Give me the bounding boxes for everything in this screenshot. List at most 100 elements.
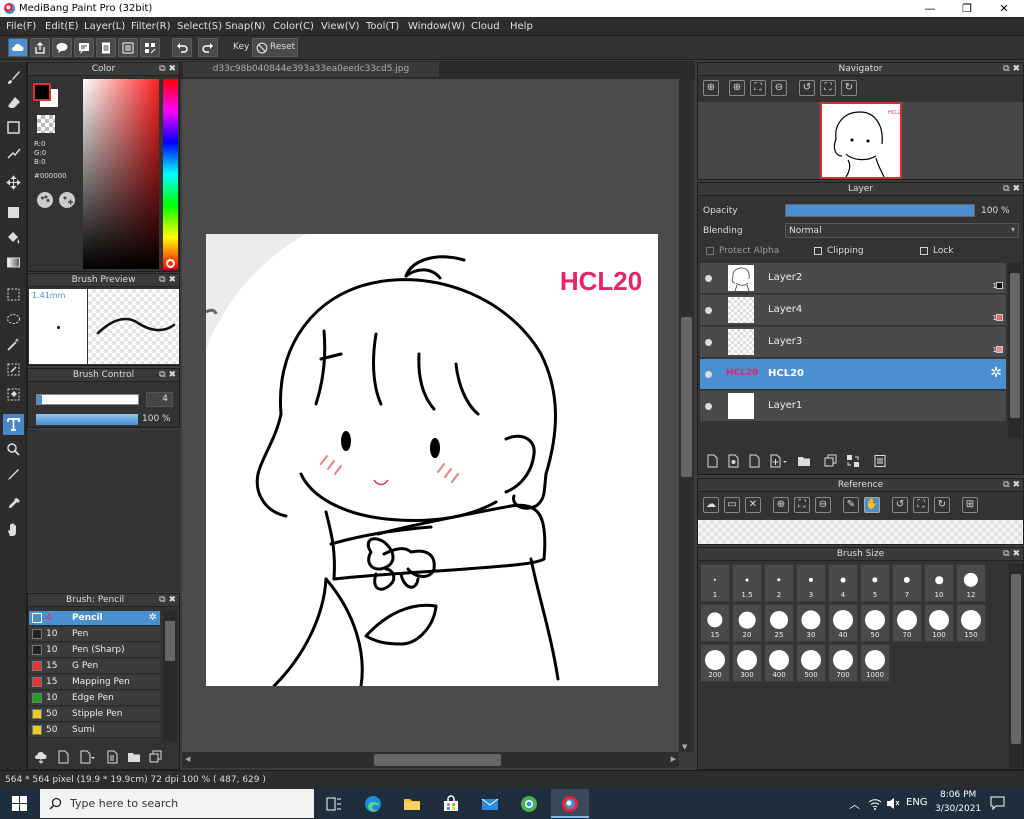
redo-button[interactable] bbox=[198, 38, 218, 57]
palette-button[interactable] bbox=[37, 192, 53, 208]
vertical-scroll-thumb[interactable] bbox=[681, 317, 692, 477]
layer-row[interactable]: Layer1 bbox=[700, 391, 1006, 422]
visibility-eye-icon[interactable] bbox=[705, 371, 712, 378]
cloud-save-button[interactable] bbox=[8, 38, 28, 57]
zoom-in-icon[interactable]: ⊕ bbox=[703, 80, 719, 96]
panel-controls[interactable]: ⧉ ✖ bbox=[159, 594, 176, 607]
brush-settings-icon[interactable] bbox=[105, 750, 119, 764]
gradient-tool[interactable] bbox=[3, 252, 24, 273]
reset-view-icon[interactable]: ⛶ bbox=[820, 80, 836, 96]
color-history-button[interactable] bbox=[59, 192, 75, 208]
mail-icon[interactable] bbox=[481, 795, 499, 813]
brush-size-option[interactable]: 500 bbox=[796, 644, 826, 682]
hand-icon[interactable]: ✋ bbox=[864, 497, 880, 513]
brush-size-option[interactable]: 700 bbox=[828, 644, 858, 682]
brush-size-option[interactable]: 1 bbox=[700, 564, 730, 602]
speech-bubble-button[interactable] bbox=[52, 38, 72, 57]
lock-checkbox[interactable] bbox=[920, 247, 928, 255]
magic-wand-tool[interactable] bbox=[3, 334, 24, 355]
brush-list-scrollbar[interactable] bbox=[163, 611, 177, 741]
scroll-right-arrow-icon[interactable]: ▶ bbox=[671, 755, 676, 763]
volume-muted-icon[interactable] bbox=[886, 797, 900, 810]
brush-size-option[interactable]: 25 bbox=[764, 604, 794, 642]
brush-size-option[interactable]: 300 bbox=[732, 644, 762, 682]
medibang-taskbar-button[interactable] bbox=[551, 789, 589, 818]
scroll-thumb[interactable] bbox=[1011, 574, 1021, 744]
rectangle-tool[interactable] bbox=[3, 117, 24, 138]
panel-controls[interactable]: ⧉ ✖ bbox=[1003, 479, 1020, 492]
brush-item[interactable]: 10 Pen (Sharp) bbox=[29, 643, 160, 658]
brush-item[interactable]: 15 Mapping Pen bbox=[29, 675, 160, 690]
reset-button[interactable]: Reset bbox=[252, 38, 298, 57]
navigator-preview-area[interactable]: HCL20 bbox=[698, 102, 1023, 179]
trash-icon[interactable] bbox=[873, 454, 887, 468]
layout-button[interactable] bbox=[140, 38, 160, 57]
folder-icon[interactable] bbox=[127, 750, 141, 764]
scroll-down-arrow-icon[interactable]: ▼ bbox=[682, 743, 687, 751]
add-brush-menu-icon[interactable] bbox=[78, 750, 96, 764]
select-pen-tool[interactable] bbox=[3, 359, 24, 380]
canvas-workspace[interactable]: HCL20 bbox=[182, 79, 679, 752]
duplicate-layer-icon[interactable] bbox=[824, 454, 838, 468]
layer-list-scrollbar[interactable] bbox=[1008, 263, 1022, 438]
canvas-vertical-scrollbar[interactable]: ▼ bbox=[679, 79, 694, 752]
eyedropper-tool[interactable] bbox=[3, 464, 24, 485]
bucket-tool[interactable] bbox=[3, 227, 24, 248]
brush-size-option[interactable]: 30 bbox=[796, 604, 826, 642]
move-tool[interactable] bbox=[3, 172, 24, 193]
operation-tool[interactable] bbox=[3, 439, 24, 460]
scroll-thumb[interactable] bbox=[165, 621, 175, 661]
brush-size-option[interactable]: 2 bbox=[764, 564, 794, 602]
page-list-button[interactable] bbox=[118, 38, 138, 57]
lasso-tool[interactable] bbox=[3, 309, 24, 330]
minimize-button[interactable]: — bbox=[912, 1, 948, 16]
page-button[interactable] bbox=[96, 38, 116, 57]
browser-app-icon[interactable] bbox=[520, 795, 538, 813]
hand-tool[interactable] bbox=[3, 519, 24, 540]
layer-row[interactable]: Layer4 1 bbox=[700, 295, 1006, 326]
notification-center-icon[interactable] bbox=[990, 796, 1005, 810]
fill-rect-tool[interactable] bbox=[3, 202, 24, 223]
task-view-icon[interactable] bbox=[325, 795, 343, 813]
hue-slider[interactable] bbox=[163, 79, 178, 269]
scroll-thumb[interactable] bbox=[1010, 273, 1020, 418]
brush-opacity-slider[interactable] bbox=[36, 414, 138, 425]
brush-size-option[interactable]: 3 bbox=[796, 564, 826, 602]
navigator-thumbnail[interactable]: HCL20 bbox=[820, 102, 904, 179]
visibility-eye-icon[interactable] bbox=[705, 307, 712, 314]
zoom-out-icon[interactable]: ⊖ bbox=[815, 497, 831, 513]
select-eraser-tool[interactable] bbox=[3, 384, 24, 405]
brush-item[interactable]: 50 Sumi bbox=[29, 723, 160, 738]
brush-size-slider[interactable] bbox=[36, 394, 139, 405]
brush-size-option[interactable]: 200 bbox=[700, 644, 730, 682]
clock-time[interactable]: 8:06 PM bbox=[940, 790, 976, 800]
eyedropper-icon[interactable]: ✎ bbox=[843, 497, 859, 513]
gear-icon[interactable]: ✲ bbox=[149, 612, 157, 623]
cloud-download-icon[interactable] bbox=[34, 750, 48, 764]
add-layer-menu-icon[interactable] bbox=[769, 454, 789, 468]
new-halftone-layer-icon[interactable] bbox=[748, 454, 761, 468]
canvas-text-hcl20[interactable]: HCL20 bbox=[560, 266, 642, 296]
reset-view-icon[interactable]: ⛶ bbox=[913, 497, 929, 513]
fit-screen-icon[interactable]: ⛶ bbox=[794, 497, 810, 513]
hue-handle[interactable] bbox=[166, 259, 175, 268]
layer-row[interactable]: Layer2 1 bbox=[700, 263, 1006, 294]
file-explorer-icon[interactable] bbox=[403, 795, 421, 813]
menu-window[interactable]: Window(W) bbox=[408, 21, 465, 32]
maximize-button[interactable]: ❐ bbox=[949, 1, 985, 16]
canvas-horizontal-scrollbar[interactable]: ◀ ▶ bbox=[182, 752, 679, 768]
brush-size-option[interactable]: 10 bbox=[924, 564, 954, 602]
menu-layer[interactable]: Layer(L) bbox=[84, 21, 125, 32]
new-color-layer-icon[interactable] bbox=[727, 454, 740, 468]
text-tool[interactable] bbox=[3, 414, 24, 435]
close-reference-icon[interactable]: ✕ bbox=[745, 497, 761, 513]
brush-size-option[interactable]: 100 bbox=[924, 604, 954, 642]
menu-view[interactable]: View(V) bbox=[321, 21, 359, 32]
brush-item[interactable]: 4 Pencil ✲ bbox=[29, 611, 160, 626]
lock-reference-icon[interactable]: ⊞ bbox=[962, 497, 978, 513]
rotate-left-icon[interactable]: ↺ bbox=[799, 80, 815, 96]
merge-layer-icon[interactable] bbox=[846, 454, 860, 468]
gear-icon[interactable]: ✲ bbox=[990, 365, 1002, 381]
brush-item[interactable]: 10 Pen bbox=[29, 627, 160, 642]
brush-size-option[interactable]: 5 bbox=[860, 564, 890, 602]
